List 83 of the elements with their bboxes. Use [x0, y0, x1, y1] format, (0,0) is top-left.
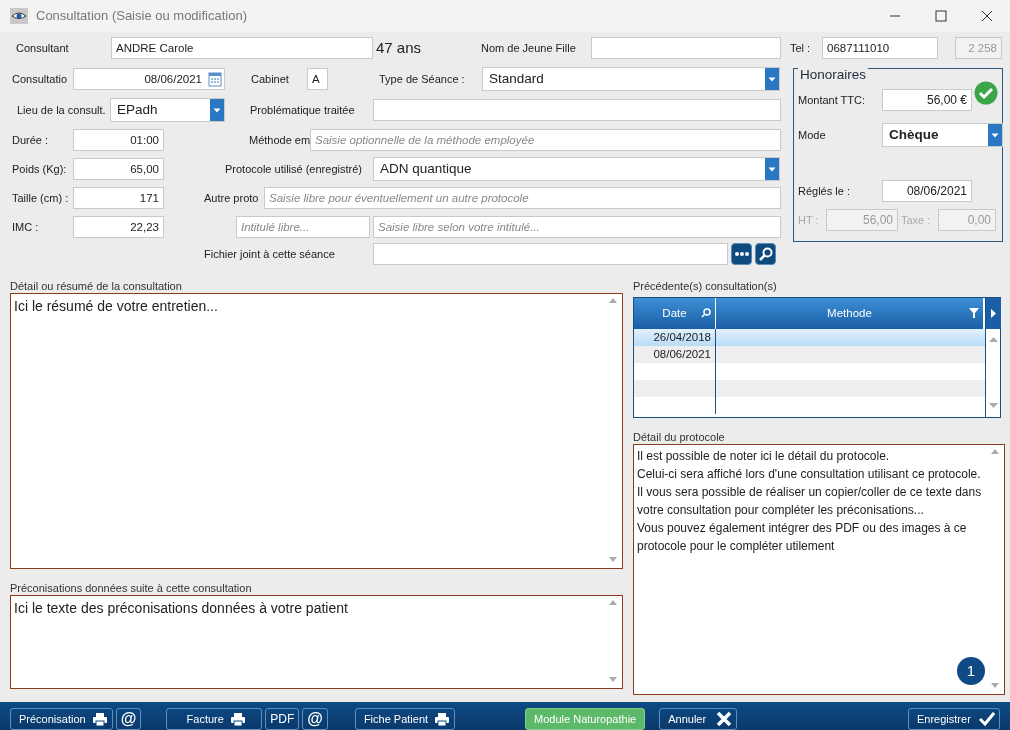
save-button[interactable]: Enregistrer [908, 708, 1000, 730]
dropdown[interactable]: ADN quantique [373, 157, 780, 181]
input-field[interactable]: 56,00 € [882, 89, 972, 111]
input-field[interactable] [373, 243, 728, 265]
field-label: Lieu de la consult. [17, 102, 107, 118]
field-label: Mode [798, 127, 827, 143]
footer-button[interactable]: Préconisation [10, 708, 113, 730]
column-header[interactable]: Methode [716, 298, 984, 329]
window-title: Consultation (Saisie ou modification) [36, 7, 247, 26]
input-field[interactable]: 08/06/2021 [882, 180, 972, 202]
field-label: Protocole utilisé (enregistré) [225, 161, 363, 177]
eye-icon [10, 8, 28, 24]
calendar-icon [208, 71, 222, 87]
cross-icon [716, 711, 733, 727]
field-label: HT : [798, 212, 820, 228]
column-header[interactable]: Date [634, 298, 716, 329]
input-field[interactable]: Saisie libre selon votre intitulé... [373, 216, 781, 238]
field-label: Problématique traitée [250, 102, 356, 118]
text-area[interactable]: Ici le résumé de votre entretien... [10, 293, 623, 569]
field-label: Poids (Kg): [12, 161, 68, 177]
section-label: Détail ou résumé de la consultation [10, 279, 183, 293]
field-label: IMC : [12, 219, 40, 235]
section-label: Préconisations données suite à cette consultation [10, 581, 253, 595]
input-field[interactable]: 01:00 [73, 129, 164, 151]
field-label: Tel : [790, 40, 812, 56]
printer-icon [229, 711, 246, 727]
input-field[interactable]: A [307, 68, 328, 90]
field-label: Type de Séance : [379, 71, 466, 87]
date-field[interactable]: 08/06/2021 [73, 68, 225, 90]
field-label: Taille (cm) : [12, 190, 70, 206]
input-field[interactable]: Intitulé libre... [236, 216, 370, 238]
input-field[interactable]: ANDRE Carole [111, 37, 373, 59]
footer-button[interactable]: @ [115, 708, 142, 730]
field-label: Consultatio [12, 71, 69, 87]
dropdown[interactable]: Standard [482, 67, 780, 91]
caret-icon[interactable] [988, 124, 1002, 146]
browse-button[interactable] [731, 243, 752, 265]
filter-icon [969, 308, 979, 318]
field-label: Autre proto [204, 190, 260, 206]
printer-icon [434, 711, 451, 727]
input-field[interactable]: Saisie optionnelle de la méthode employée [310, 129, 781, 151]
section-label: Précédente(s) consultation(s) [633, 279, 778, 293]
dropdown[interactable]: EPadh [110, 98, 225, 122]
field-label: Consultant [16, 40, 70, 56]
dropdown[interactable]: Chèque [882, 123, 1003, 147]
table-cell: 08/06/2021 [634, 346, 716, 363]
field-label: Cabinet [251, 71, 290, 87]
caret-icon[interactable] [210, 99, 224, 121]
search-icon [758, 247, 773, 261]
age-text: 47 ans [376, 37, 423, 58]
footer-button[interactable]: Facture [166, 708, 263, 730]
table-row[interactable]: 08/06/2021 [634, 346, 985, 363]
section-label: Détail du protocole [633, 430, 726, 444]
search-button[interactable] [755, 243, 776, 265]
scroll-right-icon[interactable] [986, 298, 1001, 329]
footer-button[interactable]: @ [302, 708, 328, 730]
field-label: Montant TTC: [798, 92, 867, 108]
input-field[interactable]: 171 [73, 187, 164, 209]
dots-icon [734, 252, 749, 256]
footer-button[interactable]: Fiche Patient [354, 708, 456, 730]
maximize-icon[interactable] [933, 8, 949, 24]
text-area[interactable]: Ici le texte des préconisations données à votre patient [10, 595, 623, 689]
input-field[interactable]: 22,23 [73, 216, 164, 238]
search-icon [701, 308, 711, 318]
field-label: Taxe : [901, 212, 932, 228]
footer-button[interactable]: PDF [265, 708, 300, 730]
caret-icon[interactable] [765, 158, 779, 180]
field-label: Nom de Jeune Fille [481, 40, 577, 56]
field-label: Réglés le : [798, 183, 851, 199]
field-label: Durée : [12, 132, 50, 148]
cancel-button[interactable]: Annuler [659, 708, 738, 730]
caret-icon[interactable] [765, 68, 779, 90]
printer-icon [91, 711, 108, 727]
table-row[interactable]: 26/04/2018 [634, 329, 985, 346]
input-field[interactable]: 0687111010 [822, 37, 938, 59]
input-field[interactable]: Saisie libre pour éventuellement un autre protocole [264, 187, 781, 209]
field-label: Fichier joint à cette séance [204, 246, 336, 262]
input-field[interactable] [591, 37, 781, 59]
input-field[interactable]: 65,00 [73, 158, 164, 180]
close-icon[interactable] [979, 8, 995, 24]
field-label: Méthode em [249, 132, 309, 148]
input-field[interactable] [373, 99, 781, 121]
check-icon [979, 711, 995, 727]
